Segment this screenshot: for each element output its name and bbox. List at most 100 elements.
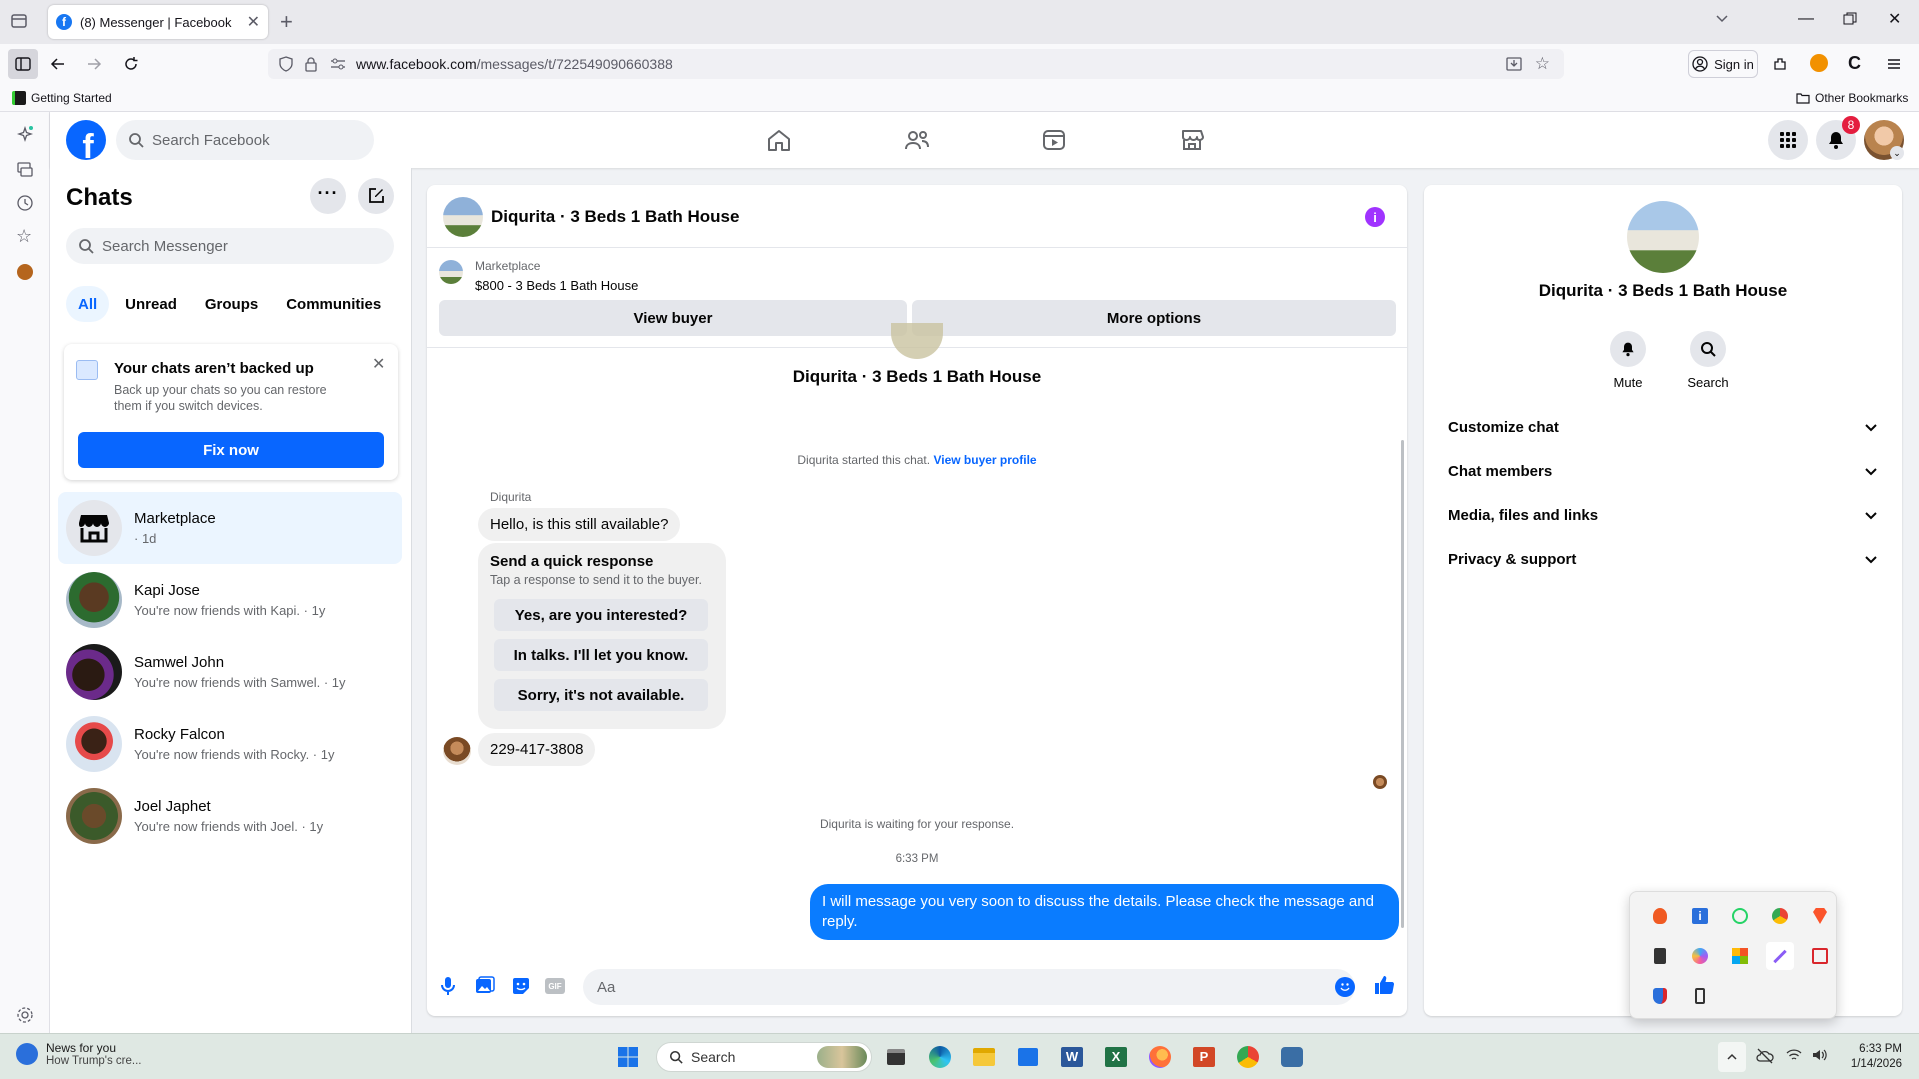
excel-icon[interactable]: X <box>1098 1039 1134 1075</box>
tab-close-icon[interactable]: ✕ <box>247 12 260 32</box>
news-widget[interactable]: News for you How Trump's cre... <box>16 1041 142 1067</box>
tab-list-icon[interactable] <box>10 12 28 30</box>
message-input[interactable]: Aa <box>583 969 1355 1005</box>
conversation-header[interactable]: Diqurita · 3 Beds 1 Bath House i <box>427 185 1407 248</box>
lock-icon[interactable] <box>304 56 318 72</box>
edge-icon[interactable] <box>922 1039 958 1075</box>
tray-pdf-app-icon[interactable] <box>1806 942 1834 970</box>
history-icon[interactable] <box>16 194 34 212</box>
incoming-phone-message[interactable]: 229-417-3808 <box>478 733 596 766</box>
firefox-icon[interactable] <box>1142 1039 1178 1075</box>
reader-view-icon[interactable] <box>1506 56 1522 72</box>
facebook-search-input[interactable]: Search Facebook <box>116 120 374 160</box>
marketplace-nav-icon[interactable] <box>1179 128 1205 152</box>
store-icon[interactable] <box>1010 1039 1046 1075</box>
home-nav-icon[interactable] <box>766 128 792 152</box>
privacy-support-section[interactable]: Privacy & support <box>1440 537 1886 581</box>
sign-in-button[interactable]: Sign in <box>1688 50 1758 78</box>
chat-item-rocky-falcon[interactable]: Rocky Falcon You're now friends with Rock… <box>58 708 402 780</box>
taskbar-search[interactable]: Search <box>656 1042 872 1072</box>
sidebar-settings-icon[interactable] <box>16 1006 34 1024</box>
file-explorer-icon[interactable] <box>966 1039 1002 1075</box>
tab-list-chevron-icon[interactable] <box>1714 10 1730 26</box>
shield-icon[interactable] <box>278 56 294 72</box>
powerpoint-icon[interactable]: P <box>1186 1039 1222 1075</box>
restore-button[interactable] <box>1843 12 1857 26</box>
browser-tab-messenger[interactable]: f (8) Messenger | Facebook ✕ <box>48 5 268 39</box>
photo-icon[interactable] <box>475 976 495 996</box>
chat-members-section[interactable]: Chat members <box>1440 449 1886 493</box>
gif-icon[interactable]: GIF <box>545 978 565 994</box>
chat-item-marketplace[interactable]: Marketplace · 1d <box>58 492 402 564</box>
mute-button[interactable]: Mute <box>1608 331 1648 390</box>
tray-fire-app-icon[interactable] <box>1646 902 1674 930</box>
chat-options-button[interactable]: ··· <box>310 178 346 214</box>
new-message-button[interactable] <box>358 178 394 214</box>
back-button[interactable] <box>50 56 66 72</box>
cloud-offline-icon[interactable] <box>1756 1048 1774 1064</box>
chat-item-samwel-john[interactable]: Samwel John You're now friends with Samwe… <box>58 636 402 708</box>
forward-button[interactable] <box>86 56 102 72</box>
minimize-button[interactable]: — <box>1798 10 1814 28</box>
chrome-taskbar-icon[interactable] <box>1230 1039 1266 1075</box>
messenger-search-input[interactable]: Search Messenger <box>66 228 394 264</box>
extensions-icon[interactable] <box>1772 56 1788 72</box>
quick-response-in-talks[interactable]: In talks. I'll let you know. <box>494 639 708 671</box>
copilot-extension-icon[interactable]: C <box>1848 53 1861 74</box>
view-buyer-button[interactable]: View buyer <box>439 300 907 336</box>
like-thumb-icon[interactable] <box>1373 974 1395 996</box>
network-app-icon[interactable] <box>1274 1039 1310 1075</box>
sidebar-toggle-button[interactable] <box>8 49 38 79</box>
quick-response-not-available[interactable]: Sorry, it's not available. <box>494 679 708 711</box>
menu-icon[interactable] <box>1886 56 1902 72</box>
tray-usb-icon[interactable] <box>1686 982 1714 1010</box>
filter-tab-unread[interactable]: Unread <box>113 286 189 322</box>
tray-photos-icon[interactable] <box>1726 942 1754 970</box>
emoji-icon[interactable] <box>1335 977 1355 997</box>
other-bookmarks[interactable]: Other Bookmarks <box>1796 91 1908 105</box>
new-tab-button[interactable]: + <box>280 9 293 35</box>
sticker-icon[interactable] <box>511 976 531 996</box>
tray-coffee-app-icon[interactable] <box>1646 942 1674 970</box>
customize-chat-section[interactable]: Customize chat <box>1440 405 1886 449</box>
tray-brave-icon[interactable] <box>1806 902 1834 930</box>
filter-tab-groups[interactable]: Groups <box>193 286 270 322</box>
cookie-extension-icon[interactable] <box>17 264 33 280</box>
bookmark-getting-started[interactable]: Getting Started <box>12 91 112 105</box>
start-button[interactable] <box>610 1039 646 1075</box>
bookmark-star-icon[interactable]: ☆ <box>1535 54 1550 74</box>
tray-chrome-icon[interactable] <box>1766 902 1794 930</box>
more-options-button[interactable]: More options <box>912 300 1396 336</box>
bookmarks-star-icon[interactable]: ☆ <box>16 226 32 247</box>
tray-pen-app-icon[interactable] <box>1766 942 1794 970</box>
outgoing-message[interactable]: I will message you very soon to discuss … <box>810 884 1399 940</box>
microphone-icon[interactable] <box>439 976 457 996</box>
conversation-scrollbar[interactable] <box>1401 440 1404 928</box>
fox-extension-icon[interactable] <box>1810 54 1828 72</box>
menu-grid-button[interactable] <box>1768 120 1808 160</box>
chat-item-kapi-jose[interactable]: Kapi Jose You're now friends with Kapi. ·… <box>58 564 402 636</box>
clock[interactable]: 6:33 PM 1/14/2026 <box>1842 1042 1902 1072</box>
account-chevron-icon[interactable]: ⌄ <box>1890 146 1904 160</box>
incoming-message[interactable]: Hello, is this still available? <box>478 508 681 541</box>
quick-response-yes[interactable]: Yes, are you interested? <box>494 599 708 631</box>
volume-icon[interactable] <box>1812 1048 1828 1062</box>
close-window-button[interactable]: ✕ <box>1888 9 1901 29</box>
fix-now-button[interactable]: Fix now <box>78 432 384 468</box>
view-buyer-profile-link[interactable]: View buyer profile <box>933 453 1036 467</box>
synced-tabs-icon[interactable] <box>16 160 34 178</box>
wifi-icon[interactable] <box>1786 1048 1802 1062</box>
video-nav-icon[interactable] <box>1041 128 1067 152</box>
filter-tab-communities[interactable]: Communities <box>274 286 393 322</box>
friends-nav-icon[interactable] <box>904 128 930 152</box>
tray-info-app-icon[interactable]: i <box>1686 902 1714 930</box>
task-view-icon[interactable] <box>878 1039 914 1075</box>
backup-close-icon[interactable]: ✕ <box>372 354 385 374</box>
info-button[interactable]: i <box>1365 207 1385 227</box>
ai-chatbot-icon[interactable] <box>16 126 34 144</box>
chat-item-joel-japhet[interactable]: Joel Japhet You're now friends with Joel.… <box>58 780 402 852</box>
tray-whatsapp-icon[interactable] <box>1726 902 1754 930</box>
search-conversation-button[interactable]: Search <box>1678 331 1738 390</box>
tray-security-icon[interactable] <box>1646 982 1674 1010</box>
facebook-logo[interactable]: f <box>66 120 106 160</box>
